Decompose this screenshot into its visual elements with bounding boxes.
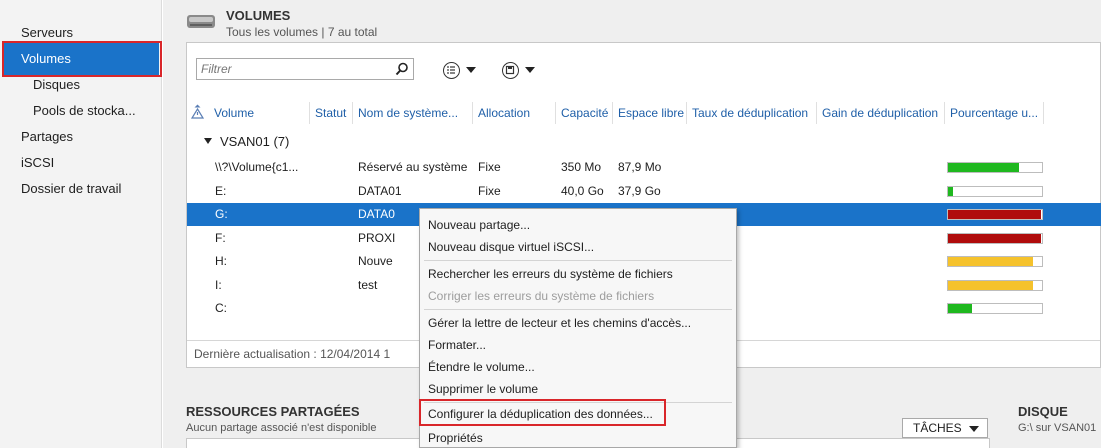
column-header-dedup-rate[interactable]: Taux de déduplication — [687, 102, 817, 124]
usage-bar — [947, 209, 1043, 220]
sidebar-item-storage-pools[interactable]: Pools de stocka... — [0, 99, 162, 123]
usage-bar-fill — [948, 304, 972, 313]
column-header-volume[interactable]: Volume — [209, 102, 310, 124]
column-header-dedup-savings[interactable]: Gain de déduplication — [817, 102, 945, 124]
menu-item-format[interactable]: Formater... — [428, 334, 486, 356]
search-icon[interactable] — [395, 62, 409, 76]
shares-title: RESSOURCES PARTAGÉES — [186, 404, 360, 419]
menu-item-scan-filesystem-errors[interactable]: Rechercher les erreurs du système de fic… — [428, 263, 673, 285]
column-header-free-space[interactable]: Espace libre — [613, 102, 687, 124]
menu-item-configure-deduplication[interactable]: Configurer la déduplication des données.… — [428, 403, 653, 425]
cell-filesystem-name: DATA01 — [358, 184, 402, 198]
sidebar-item-disks[interactable]: Disques — [0, 73, 162, 97]
cell-status — [313, 156, 353, 179]
menu-item-properties[interactable]: Propriétés — [428, 427, 483, 448]
usage-bar — [947, 186, 1043, 197]
filter-input[interactable] — [197, 59, 387, 79]
column-header-filesystem-name[interactable]: Nom de système... — [353, 102, 473, 124]
sidebar-item-servers[interactable]: Serveurs — [0, 21, 162, 45]
navigation-sidebar: Serveurs Volumes Disques Pools de stocka… — [0, 0, 162, 448]
expand-triangle-icon[interactable] — [204, 138, 212, 144]
menu-item-extend-volume[interactable]: Étendre le volume... — [428, 356, 535, 378]
cell-status — [313, 297, 353, 320]
view-options-button[interactable] — [443, 60, 476, 80]
cell-status — [313, 250, 353, 273]
menu-separator — [424, 309, 732, 310]
cell-filesystem-name: Réservé au système — [358, 160, 468, 174]
menu-item-new-share[interactable]: Nouveau partage... — [428, 214, 530, 236]
cell-free-space: 87,9 Mo — [618, 160, 662, 174]
filter-field[interactable] — [196, 58, 414, 80]
usage-bar-fill — [948, 187, 953, 196]
cell-status — [313, 180, 353, 203]
chevron-down-icon — [969, 426, 979, 432]
table-row[interactable]: E: DATA01 Fixe 40,0 Go 37,9 Go — [187, 180, 1101, 203]
cell-allocation: Fixe — [478, 184, 501, 198]
cell-status — [313, 274, 353, 297]
usage-bar-fill — [948, 281, 1033, 290]
context-menu: Nouveau partage... Nouveau disque virtue… — [419, 208, 737, 448]
usage-bar — [947, 233, 1043, 244]
table-row[interactable]: \\?\Volume{c1... Réservé au système Fixe 35… — [187, 156, 1101, 179]
group-header-vsan01[interactable]: VSAN01 (7) — [204, 134, 289, 149]
chevron-down-icon — [466, 67, 476, 73]
usage-bar-fill — [948, 163, 1019, 172]
usage-bar — [947, 280, 1043, 291]
list-icon — [443, 61, 460, 79]
menu-separator — [424, 260, 732, 261]
menu-item-delete-volume[interactable]: Supprimer le volume — [428, 378, 538, 400]
disk-title: DISQUE — [1018, 404, 1068, 419]
volumes-title: VOLUMES — [226, 8, 291, 23]
tasks-button[interactable]: TÂCHES — [902, 418, 988, 438]
save-icon — [502, 61, 519, 79]
column-header-allocation[interactable]: Allocation — [473, 102, 556, 124]
usage-bar-fill — [948, 210, 1042, 219]
sidebar-item-shares[interactable]: Partages — [0, 125, 162, 149]
cell-status — [313, 227, 353, 250]
menu-item-repair-filesystem-errors[interactable]: Corriger les erreurs du système de fichi… — [428, 285, 654, 307]
tasks-label: TÂCHES — [913, 421, 962, 435]
column-header-capacity[interactable]: Capacité — [556, 102, 613, 124]
sidebar-item-iscsi[interactable]: iSCSI — [0, 151, 162, 175]
sidebar-item-volumes[interactable]: Volumes — [3, 43, 159, 75]
cell-capacity: 40,0 Go — [561, 184, 604, 198]
disk-subtitle: G:\ sur VSAN01 — [1018, 422, 1097, 434]
usage-bar-fill — [948, 234, 1042, 243]
cell-capacity: 350 Mo — [561, 160, 602, 174]
usage-bar-fill — [948, 257, 1033, 266]
last-refresh-text: Dernière actualisation : 12/04/2014 1 — [194, 347, 391, 361]
shares-subtitle: Aucun partage associé n'est disponible — [186, 422, 377, 434]
column-header-status[interactable]: Statut — [310, 102, 353, 124]
usage-bar — [947, 162, 1043, 173]
menu-item-manage-drive-letter[interactable]: Gérer la lettre de lecteur et les chemin… — [428, 312, 691, 334]
cell-status — [313, 203, 353, 226]
volumes-subtitle: Tous les volumes | 7 au total — [226, 25, 378, 39]
chevron-down-icon — [525, 67, 535, 73]
usage-bar — [947, 256, 1043, 267]
cell-allocation: Fixe — [478, 160, 501, 174]
usage-bar — [947, 303, 1043, 314]
column-header-percent-used[interactable]: Pourcentage u... — [945, 102, 1044, 124]
save-query-button[interactable] — [502, 60, 535, 80]
warning-sort-icon[interactable] — [191, 104, 204, 120]
volume-drive-icon — [187, 15, 215, 28]
sidebar-item-work-folders[interactable]: Dossier de travail — [0, 177, 162, 201]
cell-free-space: 37,9 Go — [618, 184, 661, 198]
menu-item-new-iscsi-disk[interactable]: Nouveau disque virtuel iSCSI... — [428, 236, 594, 258]
group-label: VSAN01 (7) — [220, 134, 290, 149]
